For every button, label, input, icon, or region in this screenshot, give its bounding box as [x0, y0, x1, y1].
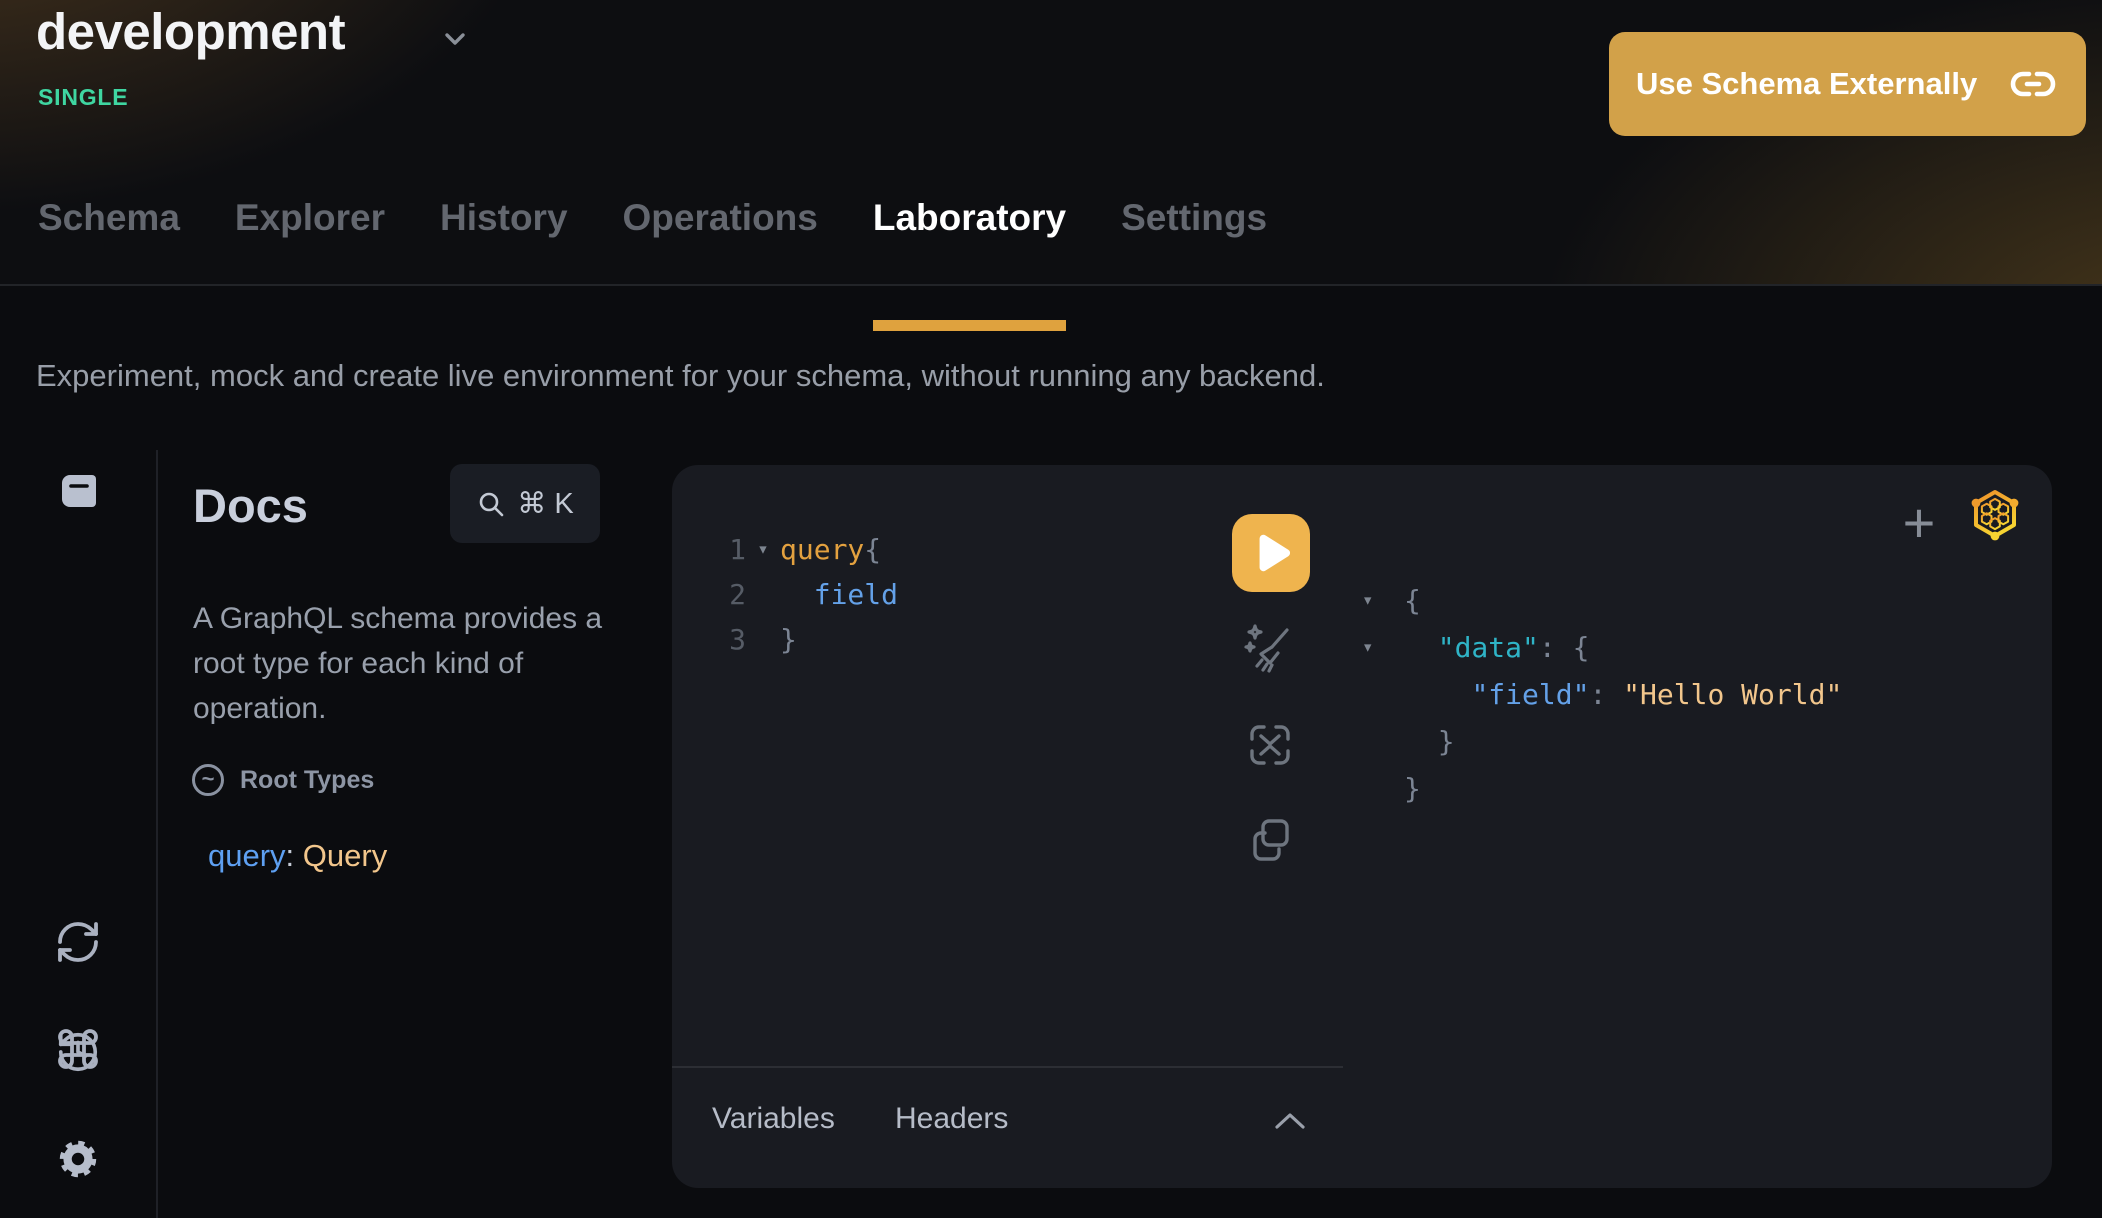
copy-query-icon[interactable]	[1246, 815, 1296, 872]
prettify-icon[interactable]	[1242, 621, 1296, 680]
fold-arrow-icon[interactable]: ▾	[1360, 577, 1404, 624]
play-icon	[1238, 514, 1304, 592]
docs-panel-title: Docs	[193, 478, 308, 533]
page-subtitle: Experiment, mock and create live environ…	[36, 358, 1325, 394]
editor-line: 3 }	[712, 617, 898, 662]
response-line: }	[1360, 718, 1842, 765]
code-token: :	[1589, 671, 1623, 718]
code-token	[1404, 671, 1471, 718]
header: development SINGLE Use Schema Externally…	[0, 0, 2102, 286]
tab-laboratory[interactable]: Laboratory	[873, 197, 1066, 286]
search-shortcut-label: ⌘ K	[517, 486, 573, 521]
docs-search-button[interactable]: ⌘ K	[450, 464, 600, 543]
root-type-query-link[interactable]: query: Query	[208, 838, 387, 874]
response-viewer: ▾ { ▾ "data" : { "field" : "Hello World"	[1360, 577, 1842, 812]
code-token: }	[1404, 765, 1421, 812]
root-type-field-name[interactable]: query	[208, 838, 286, 873]
code-token: {	[1404, 577, 1421, 624]
root-types-section: ~ Root Types	[192, 764, 374, 796]
response-line: ▾ {	[1360, 577, 1842, 624]
execute-query-button[interactable]	[1232, 514, 1310, 592]
line-number: 2	[712, 572, 746, 617]
docs-description: A GraphQL schema provides a root type fo…	[193, 596, 635, 731]
code-token: "Hello World"	[1623, 671, 1842, 718]
code-token: {	[1573, 624, 1590, 671]
code-token	[1404, 624, 1438, 671]
laboratory-page: development SINGLE Use Schema Externally…	[0, 0, 2102, 1218]
query-editor[interactable]: 1 ▾ query { 2 field 3 }	[712, 527, 898, 662]
code-token: :	[1539, 624, 1573, 671]
tab-variables[interactable]: Variables	[712, 1102, 835, 1136]
editor-line: 1 ▾ query {	[712, 527, 898, 572]
code-token: }	[780, 617, 797, 662]
tab-schema[interactable]: Schema	[38, 197, 180, 286]
chevron-down-icon[interactable]	[440, 24, 470, 59]
tab-operations[interactable]: Operations	[623, 197, 818, 286]
fold-arrow-icon	[746, 617, 780, 662]
root-types-icon: ~	[192, 764, 224, 796]
graphiql-panel: 1 ▾ query { 2 field 3 }	[672, 465, 2052, 1188]
fold-arrow-icon[interactable]: ▾	[1360, 624, 1404, 671]
code-token: "field"	[1471, 671, 1589, 718]
tab-headers[interactable]: Headers	[895, 1102, 1008, 1136]
root-type-type-link[interactable]: Query	[303, 838, 387, 873]
merge-fragments-icon[interactable]	[1244, 719, 1296, 776]
use-schema-externally-label: Use Schema Externally	[1636, 66, 1977, 102]
line-number: 1	[712, 527, 746, 572]
tab-history[interactable]: History	[440, 197, 567, 286]
hive-logo-icon[interactable]	[1970, 487, 2020, 546]
refetch-schema-icon[interactable]	[54, 918, 102, 971]
fold-arrow-icon[interactable]: ▾	[746, 527, 780, 572]
search-icon	[476, 489, 506, 519]
tab-settings[interactable]: Settings	[1121, 197, 1267, 286]
sidebar-rail	[0, 450, 158, 1218]
use-schema-externally-button[interactable]: Use Schema Externally	[1609, 32, 2086, 136]
code-token: {	[864, 527, 881, 572]
response-line: "field" : "Hello World"	[1360, 671, 1842, 718]
link-icon	[2010, 67, 2056, 101]
code-token: field	[780, 572, 898, 617]
editor-footer-divider	[672, 1066, 1343, 1068]
keyboard-shortcuts-icon[interactable]	[54, 1025, 102, 1078]
root-type-separator: :	[286, 838, 303, 873]
nav-tabs: Schema Explorer History Operations Labor…	[38, 197, 1267, 286]
fold-arrow-icon	[746, 572, 780, 617]
code-token: }	[1404, 718, 1455, 765]
line-number: 3	[712, 617, 746, 662]
target-title[interactable]: development	[36, 2, 345, 61]
docs-icon[interactable]	[56, 471, 100, 516]
editor-line: 2 field	[712, 572, 898, 617]
code-token: "data"	[1438, 624, 1539, 671]
code-token: query	[780, 527, 864, 572]
response-line: }	[1360, 765, 1842, 812]
chevron-up-icon[interactable]	[1272, 1110, 1308, 1137]
add-tab-button[interactable]: +	[1894, 495, 1944, 551]
settings-gear-icon[interactable]	[53, 1134, 103, 1189]
response-line: ▾ "data" : {	[1360, 624, 1842, 671]
tab-explorer[interactable]: Explorer	[235, 197, 385, 286]
target-type-badge: SINGLE	[38, 84, 128, 111]
root-types-label: Root Types	[240, 766, 374, 795]
